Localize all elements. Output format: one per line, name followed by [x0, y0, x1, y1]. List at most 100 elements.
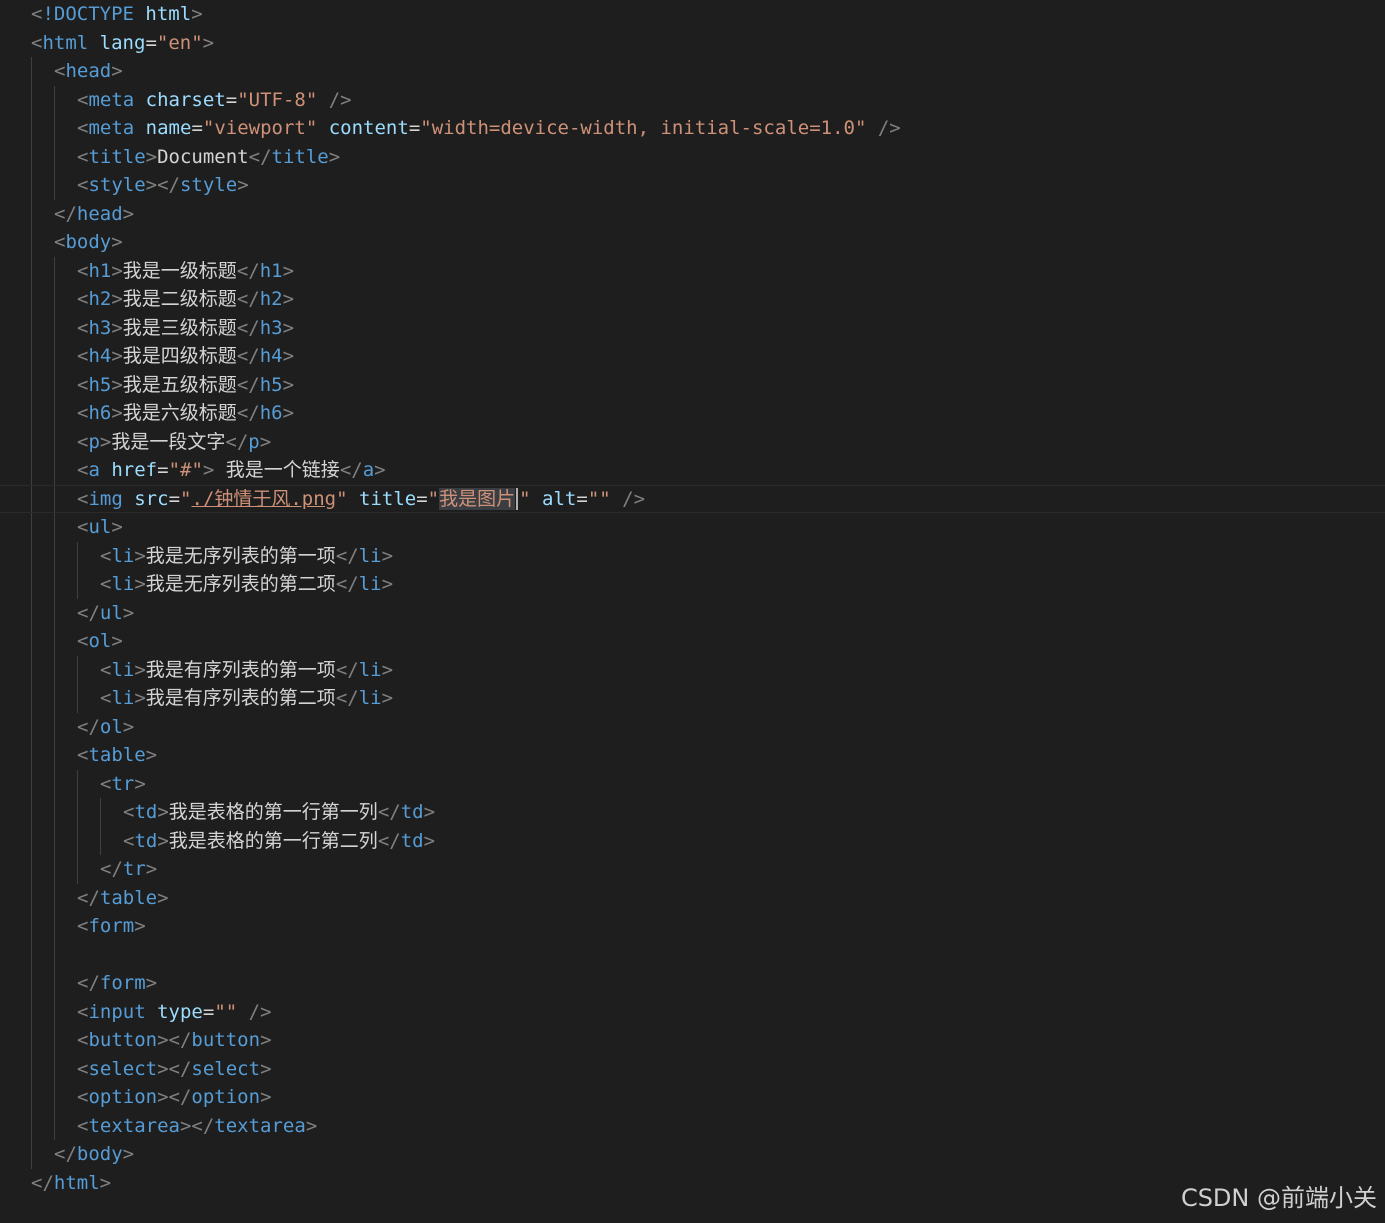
punctuation-token: </ [225, 430, 249, 453]
tag-name-token: h4 [88, 345, 112, 367]
code-line[interactable]: <style></style> [0, 171, 1385, 200]
punctuation-token: /> [622, 487, 646, 510]
code-line[interactable]: <option></option> [0, 1083, 1385, 1112]
tag-name-token: td [400, 801, 424, 823]
tag-name-token: h1 [259, 259, 283, 282]
punctuation-token: < [31, 3, 43, 25]
code-line[interactable]: <p>我是一段文字</p> [0, 427, 1385, 456]
text-token: = [416, 487, 428, 510]
indent-guide [31, 712, 32, 741]
punctuation-token: > [260, 1057, 272, 1080]
punctuation-token: ></ [157, 1086, 192, 1108]
code-line[interactable]: <title>Document</title> [0, 142, 1385, 171]
indent-guide [54, 1083, 55, 1112]
punctuation-token: > [202, 459, 215, 481]
tag-name-token: option [191, 1086, 261, 1108]
code-area[interactable]: <!DOCTYPE html> <html lang="en"> <head> <me… [0, 0, 1385, 1197]
string-token: "en" [156, 31, 203, 54]
punctuation-token: > [202, 31, 215, 54]
code-line[interactable]: <head> [0, 57, 1385, 86]
code-line[interactable]: <table> [0, 741, 1385, 770]
punctuation-token: > [157, 829, 169, 852]
code-line[interactable]: <select></select> [0, 1054, 1385, 1083]
code-line[interactable]: </form> [0, 969, 1385, 998]
code-line[interactable]: <h4>我是四级标题</h4> [0, 342, 1385, 371]
indent-guide [31, 313, 32, 342]
indent-guide [31, 370, 32, 399]
punctuation-token: ></ [145, 174, 180, 196]
code-line[interactable] [0, 940, 1385, 969]
code-line[interactable]: <td>我是表格的第一行第一列</td> [0, 798, 1385, 827]
punctuation-token: > [282, 288, 295, 310]
indent-guide [31, 513, 32, 542]
code-line[interactable]: <li>我是无序列表的第一项</li> [0, 541, 1385, 570]
code-line[interactable]: <h2>我是二级标题</h2> [0, 285, 1385, 314]
indent-guide [77, 655, 78, 684]
code-line[interactable]: <body> [0, 228, 1385, 257]
tag-name-token: td [400, 829, 424, 852]
indent-guide [54, 769, 55, 798]
code-line[interactable]: <form> [0, 912, 1385, 941]
code-line[interactable]: <h5>我是五级标题</h5> [0, 370, 1385, 399]
punctuation-token: > [381, 658, 394, 681]
tag-name-token: title [271, 145, 329, 168]
code-line[interactable]: <textarea></textarea> [0, 1111, 1385, 1140]
punctuation-token: > [423, 801, 436, 823]
code-line[interactable]: <h6>我是六级标题</h6> [0, 399, 1385, 428]
code-line[interactable]: </body> [0, 1140, 1385, 1169]
punctuation-token: > [134, 544, 146, 567]
tag-name-token: li [358, 658, 382, 681]
code-line-current[interactable]: <img src="./钟情于风.png" title="我是图片 " alt="… [0, 484, 1385, 513]
code-line[interactable]: <html lang="en"> [0, 29, 1385, 58]
tag-name-token: h6 [259, 402, 283, 424]
text-token: = [408, 117, 421, 139]
indent-guide [54, 997, 55, 1026]
code-line[interactable]: <li>我是有序列表的第一项</li> [0, 655, 1385, 684]
string-token: " [519, 487, 531, 510]
code-line[interactable]: </ul> [0, 598, 1385, 627]
string-token: "UTF-8" [237, 88, 318, 111]
code-line[interactable]: <button></button> [0, 1026, 1385, 1055]
text-token: 我是一段文字 [111, 430, 226, 453]
tag-name-token: style [179, 174, 238, 196]
code-line[interactable]: <li>我是无序列表的第二项</li> [0, 570, 1385, 599]
punctuation-token: </ [54, 202, 77, 225]
code-line[interactable]: </head> [0, 199, 1385, 228]
indent-guide [31, 57, 32, 86]
indent-guide [31, 598, 32, 627]
doctype-token: !DOCTYPE [42, 3, 134, 25]
code-line[interactable]: <td>我是表格的第一行第二列</td> [0, 826, 1385, 855]
code-line[interactable]: </ol> [0, 712, 1385, 741]
punctuation-token: > [423, 829, 436, 852]
indent-guide [100, 798, 101, 827]
code-line[interactable]: <ul> [0, 513, 1385, 542]
code-line[interactable]: <meta name="viewport" content="width=dev… [0, 114, 1385, 143]
punctuation-token: > [122, 202, 135, 225]
punctuation-token: < [100, 658, 112, 681]
code-line[interactable]: <ol> [0, 627, 1385, 656]
code-line[interactable]: <h3>我是三级标题</h3> [0, 313, 1385, 342]
tag-name-token: li [358, 573, 382, 595]
text-token: 我是有序列表的第一项 [145, 658, 336, 681]
code-line[interactable]: <!DOCTYPE html> [0, 0, 1385, 29]
code-line[interactable]: <tr> [0, 769, 1385, 798]
tag-name-token: head [65, 60, 112, 82]
code-line[interactable]: </table> [0, 883, 1385, 912]
tag-name-token: ul [99, 601, 123, 624]
indent-guide [54, 399, 55, 428]
punctuation-token: ></ [179, 1114, 215, 1137]
code-line[interactable]: <li>我是有序列表的第二项</li> [0, 684, 1385, 713]
text-cursor [516, 488, 519, 510]
code-line[interactable]: </html> [0, 1169, 1385, 1198]
code-line[interactable]: </tr> [0, 855, 1385, 884]
punctuation-token: ></ [157, 1057, 192, 1080]
code-editor[interactable]: <!DOCTYPE html> <html lang="en"> <head> <me… [0, 0, 1385, 1223]
code-line[interactable]: <input type="" /> [0, 997, 1385, 1026]
attribute-token: alt [542, 487, 577, 510]
indent-guide [31, 142, 32, 171]
code-line[interactable]: <a href="#"> 我是一个链接</a> [0, 456, 1385, 485]
code-line[interactable]: <meta charset="UTF-8" /> [0, 85, 1385, 114]
code-line[interactable]: <h1>我是一级标题</h1> [0, 256, 1385, 285]
